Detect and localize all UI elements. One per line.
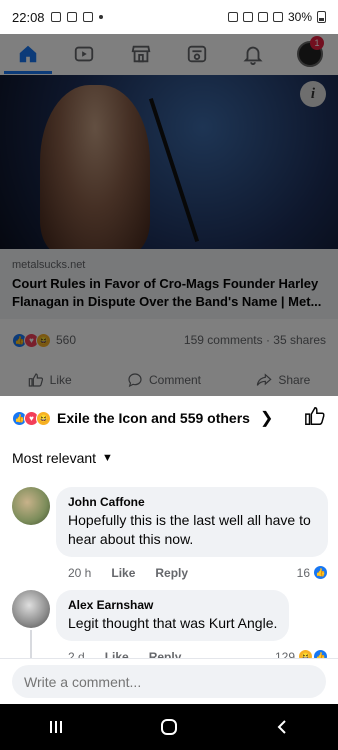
comment-input[interactable]	[12, 665, 326, 698]
comment-reaction-count[interactable]: 16 👍	[297, 565, 328, 580]
recents-icon	[50, 721, 63, 733]
location-icon	[242, 12, 253, 22]
more-dot-icon	[98, 15, 103, 19]
battery-percent: 30%	[287, 10, 312, 24]
haha-reaction-icon: 😆	[36, 410, 51, 426]
sort-dropdown[interactable]: Most relevant ▼	[0, 440, 338, 476]
home-circle-icon	[160, 719, 177, 735]
chevron-right-icon: ❯	[259, 410, 274, 427]
recents-button[interactable]	[36, 707, 76, 747]
comment-text: Hopefully this is the last well all have…	[68, 512, 311, 547]
commenter-avatar[interactable]	[12, 487, 50, 525]
like-post-button[interactable]	[304, 405, 326, 432]
reactions-summary-row[interactable]: 👍 ♥ 😆 Exile the Icon and 559 others ❯	[0, 396, 338, 440]
commenter-avatar[interactable]	[12, 590, 50, 628]
comment-body: John Caffone Hopefully this is the last …	[56, 487, 328, 580]
comment-item: John Caffone Hopefully this is the last …	[0, 487, 338, 580]
comment-like-button[interactable]: Like	[111, 566, 135, 580]
battery-icon	[317, 11, 326, 23]
wifi-icon	[257, 12, 268, 22]
system-nav-bar	[0, 704, 338, 750]
comment-item: Alex Earnshaw Legit thought that was Kur…	[0, 590, 338, 664]
comment-body: Alex Earnshaw Legit thought that was Kur…	[56, 590, 328, 664]
back-icon	[277, 720, 286, 734]
like-reaction-icon: 👍	[313, 565, 328, 580]
comment-meta: 20 h Like Reply 16 👍	[56, 565, 328, 580]
status-bar: 22:08 30%	[0, 0, 338, 34]
comment-bubble[interactable]: John Caffone Hopefully this is the last …	[56, 487, 328, 557]
signal-icon	[272, 12, 283, 22]
thread-line	[30, 630, 32, 660]
mute-icon	[227, 12, 238, 22]
gallery-icon	[66, 12, 77, 22]
back-button[interactable]	[262, 707, 302, 747]
comment-text: Legit thought that was Kurt Angle.	[68, 615, 278, 631]
thumbs-up-icon	[305, 406, 325, 425]
home-button[interactable]	[149, 707, 189, 747]
comment-composer	[0, 658, 338, 704]
download-icon	[82, 12, 93, 22]
comment-author[interactable]: Alex Earnshaw	[68, 598, 277, 612]
notification-icon	[50, 12, 61, 22]
reaction-summary: Exile the Icon and 559 others	[57, 410, 250, 426]
sort-label: Most relevant	[12, 450, 97, 466]
background-overlay[interactable]	[0, 34, 338, 396]
chevron-down-icon: ▼	[102, 452, 113, 464]
screen: 22:08 30% 👍 ♥ 😆 Exile the Icon and 559 o…	[0, 0, 338, 750]
comment-author[interactable]: John Caffone	[68, 495, 316, 509]
comment-time: 20 h	[68, 565, 92, 580]
comment-reply-button[interactable]: Reply	[155, 566, 188, 580]
comment-bubble[interactable]: Alex Earnshaw Legit thought that was Kur…	[56, 590, 290, 641]
status-time: 22:08	[12, 9, 45, 25]
